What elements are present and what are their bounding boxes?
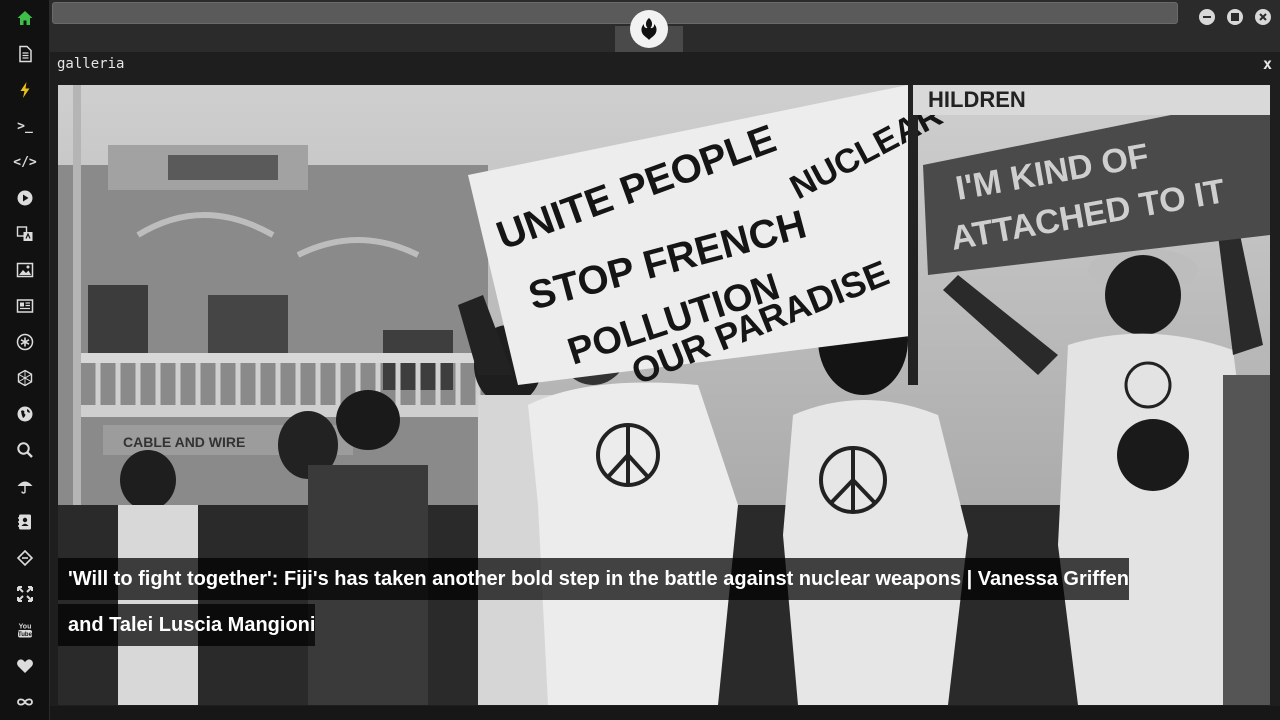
news-icon[interactable] [12, 293, 38, 319]
rebel-alliance-logo-icon [630, 10, 668, 48]
close-window-button[interactable] [1255, 9, 1271, 25]
minimize-button[interactable] [1199, 9, 1215, 25]
building-sign: CABLE AND WIRE [123, 434, 245, 450]
youtube-icon[interactable]: You Tube [12, 617, 38, 643]
top-banner-text: HILDREN [928, 87, 1026, 112]
document-icon[interactable] [12, 41, 38, 67]
translate-icon[interactable] [12, 221, 38, 247]
code-icon[interactable]: </> [12, 149, 38, 175]
top-bar [50, 0, 1280, 52]
heart-icon[interactable] [12, 653, 38, 679]
panel-title: galleria [57, 56, 125, 72]
search-icon[interactable] [12, 437, 38, 463]
gallery-panel: galleria x CABLE AND WIRE UNITE PEOPLE S… [50, 52, 1280, 720]
home-icon[interactable] [12, 5, 38, 31]
terminal-icon[interactable]: >_ [12, 113, 38, 139]
play-icon[interactable] [12, 185, 38, 211]
photo-caption: 'Will to fight together': Fiji's has tak… [58, 556, 1148, 648]
svg-text:You: You [19, 624, 32, 631]
asterisk-icon[interactable] [12, 329, 38, 355]
umbrella-icon[interactable] [12, 473, 38, 499]
image-icon[interactable] [12, 257, 38, 283]
expand-icon[interactable] [12, 581, 38, 607]
panel-close-button[interactable]: x [1263, 55, 1272, 73]
hexagon-icon[interactable] [12, 365, 38, 391]
link-diamond-icon[interactable] [12, 545, 38, 571]
contact-icon[interactable] [12, 509, 38, 535]
sidebar: >_ </> You Tube [0, 0, 50, 720]
lightning-icon[interactable] [12, 77, 38, 103]
globe-icon[interactable] [12, 401, 38, 427]
infinity-icon[interactable] [12, 689, 38, 715]
maximize-button[interactable] [1227, 9, 1243, 25]
caption-text: 'Will to fight together': Fiji's has tak… [58, 558, 1129, 646]
svg-text:Tube: Tube [18, 632, 33, 638]
address-bar[interactable] [52, 2, 1178, 24]
bottom-strip [50, 706, 1280, 720]
